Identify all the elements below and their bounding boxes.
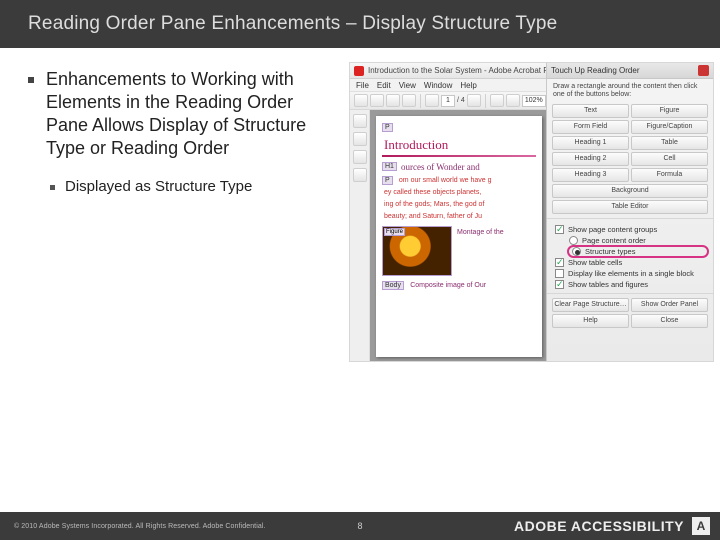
toolbar-button[interactable] — [354, 94, 368, 107]
show-order-panel-button[interactable]: Show Order Panel — [631, 298, 708, 312]
toolbar-button[interactable] — [370, 94, 384, 107]
title-bar: Reading Order Pane Enhancements – Displa… — [0, 0, 720, 48]
toolbar-separator — [485, 94, 486, 108]
app-title: Introduction to the Solar System - Adobe… — [368, 66, 556, 75]
page-total: / 4 — [457, 97, 465, 104]
panel-titlebar: Touch Up Reading Order — [547, 63, 713, 79]
structure-tag-figure[interactable]: Figure — [384, 228, 405, 236]
nav-button[interactable] — [353, 114, 367, 128]
opt-single-block[interactable]: Display like elements in a single block — [555, 269, 707, 278]
toolbar-separator — [420, 94, 421, 108]
checkbox-icon[interactable] — [555, 258, 564, 267]
brand-text: ADOBE ACCESSIBILITY — [514, 518, 684, 534]
panel-footer-buttons: Clear Page Structure… Show Order Panel H… — [547, 293, 713, 332]
menu-edit[interactable]: Edit — [377, 81, 391, 90]
menu-view[interactable]: View — [399, 81, 416, 90]
doc-heading: Introduction — [384, 137, 536, 153]
close-button[interactable]: Close — [631, 314, 708, 328]
nav-button[interactable] — [353, 168, 367, 182]
bullet-main: Enhancements to Working with Elements in… — [28, 68, 337, 160]
doc-paragraph: ing of the gods; Mars, the god of — [384, 201, 536, 210]
tag-formula-button[interactable]: Formula — [631, 168, 708, 182]
tag-h1-button[interactable]: Heading 1 — [552, 136, 629, 150]
tag-figurecaption-button[interactable]: Figure/Caption — [631, 120, 708, 134]
bullet-square-icon — [50, 185, 55, 190]
panel-title-text: Touch Up Reading Order — [551, 66, 640, 75]
opt-show-groups[interactable]: Show page content groups — [555, 225, 707, 234]
zoom-field[interactable]: 102% — [522, 95, 546, 107]
copyright-text: © 2010 Adobe Systems Incorporated. All R… — [14, 523, 266, 530]
panel-options: Show page content groups Page content or… — [547, 218, 713, 293]
slide: Reading Order Pane Enhancements – Displa… — [0, 0, 720, 540]
tag-table-button[interactable]: Table — [631, 136, 708, 150]
page-canvas: P Introduction H1 ources of Wonder and P… — [370, 110, 548, 362]
radio-icon[interactable] — [572, 247, 581, 256]
tag-formfield-button[interactable]: Form Field — [552, 120, 629, 134]
page-next-button[interactable] — [467, 94, 481, 107]
adobe-logo-icon: A — [692, 517, 710, 535]
checkbox-icon[interactable] — [555, 280, 564, 289]
bullet-sub-text: Displayed as Structure Type — [65, 178, 252, 195]
tag-h3-button[interactable]: Heading 3 — [552, 168, 629, 182]
bullet-main-text: Enhancements to Working with Elements in… — [46, 68, 337, 160]
zoom-out-button[interactable] — [490, 94, 504, 107]
bullet-sub: Displayed as Structure Type — [50, 178, 337, 195]
heading-rule — [382, 155, 536, 157]
doc-paragraph: om our small world we have g — [399, 177, 492, 184]
toolbar-button[interactable] — [402, 94, 416, 107]
toolbar-button[interactable] — [386, 94, 400, 107]
acrobat-screenshot: Introduction to the Solar System - Adobe… — [349, 62, 714, 362]
tag-button-grid: Text Figure Form Field Figure/Caption He… — [547, 102, 713, 218]
touchup-reading-order-panel: Touch Up Reading Order Draw a rectangle … — [546, 63, 713, 362]
slide-footer: © 2010 Adobe Systems Incorporated. All R… — [0, 512, 720, 540]
doc-subheading: ources of Wonder and — [401, 162, 480, 172]
clear-structure-button[interactable]: Clear Page Structure… — [552, 298, 629, 312]
close-icon[interactable] — [698, 65, 709, 76]
figure-caption: Montage of the — [457, 229, 504, 276]
nav-button[interactable] — [353, 132, 367, 146]
structure-tag-h1[interactable]: H1 — [382, 162, 397, 171]
radio-icon[interactable] — [569, 236, 578, 245]
tag-text-button[interactable]: Text — [552, 104, 629, 118]
zoom-in-button[interactable] — [506, 94, 520, 107]
structure-tag-p[interactable]: P — [382, 176, 393, 185]
doc-figure[interactable]: Figure — [382, 226, 452, 276]
tag-background-button[interactable]: Background — [552, 184, 708, 198]
structure-tag-p[interactable]: P — [382, 123, 393, 132]
opt-page-content-order[interactable]: Page content order — [569, 236, 707, 245]
tag-h2-button[interactable]: Heading 2 — [552, 152, 629, 166]
menu-file[interactable]: File — [356, 81, 369, 90]
tag-figure-button[interactable]: Figure — [631, 104, 708, 118]
page-number-field[interactable]: 1 — [441, 95, 455, 107]
acrobat-app-icon — [354, 66, 364, 76]
tag-cell-button[interactable]: Cell — [631, 152, 708, 166]
slide-title: Reading Order Pane Enhancements – Displa… — [28, 13, 557, 35]
nav-gutter — [350, 110, 370, 362]
doc-paragraph: beauty; and Saturn, father of Ju — [384, 213, 536, 222]
screenshot-column: Introduction to the Solar System - Adobe… — [345, 62, 715, 492]
checkbox-icon[interactable] — [555, 269, 564, 278]
opt-structure-types[interactable]: Structure types — [569, 247, 707, 256]
brand-block: ADOBE ACCESSIBILITY A — [514, 517, 710, 535]
checkbox-icon[interactable] — [555, 225, 564, 234]
document-page[interactable]: P Introduction H1 ources of Wonder and P… — [376, 116, 542, 357]
panel-instruction: Draw a rectangle around the content then… — [547, 79, 713, 102]
opt-show-tables-figures[interactable]: Show tables and figures — [555, 280, 707, 289]
opt-show-table-cells[interactable]: Show table cells — [555, 258, 707, 267]
structure-tag-body[interactable]: Body — [382, 281, 404, 290]
menu-window[interactable]: Window — [424, 81, 452, 90]
body-caption: Composite image of Our — [410, 282, 486, 289]
slide-body: Enhancements to Working with Elements in… — [0, 62, 720, 492]
page-prev-button[interactable] — [425, 94, 439, 107]
text-column: Enhancements to Working with Elements in… — [0, 62, 345, 492]
doc-paragraph: ey called these objects planets, — [384, 189, 536, 198]
document-area: P Introduction H1 ources of Wonder and P… — [350, 110, 548, 362]
help-button[interactable]: Help — [552, 314, 629, 328]
bullet-square-icon — [28, 77, 34, 83]
table-editor-button[interactable]: Table Editor — [552, 200, 708, 214]
menu-help[interactable]: Help — [460, 81, 476, 90]
slide-number: 8 — [357, 521, 362, 531]
nav-button[interactable] — [353, 150, 367, 164]
